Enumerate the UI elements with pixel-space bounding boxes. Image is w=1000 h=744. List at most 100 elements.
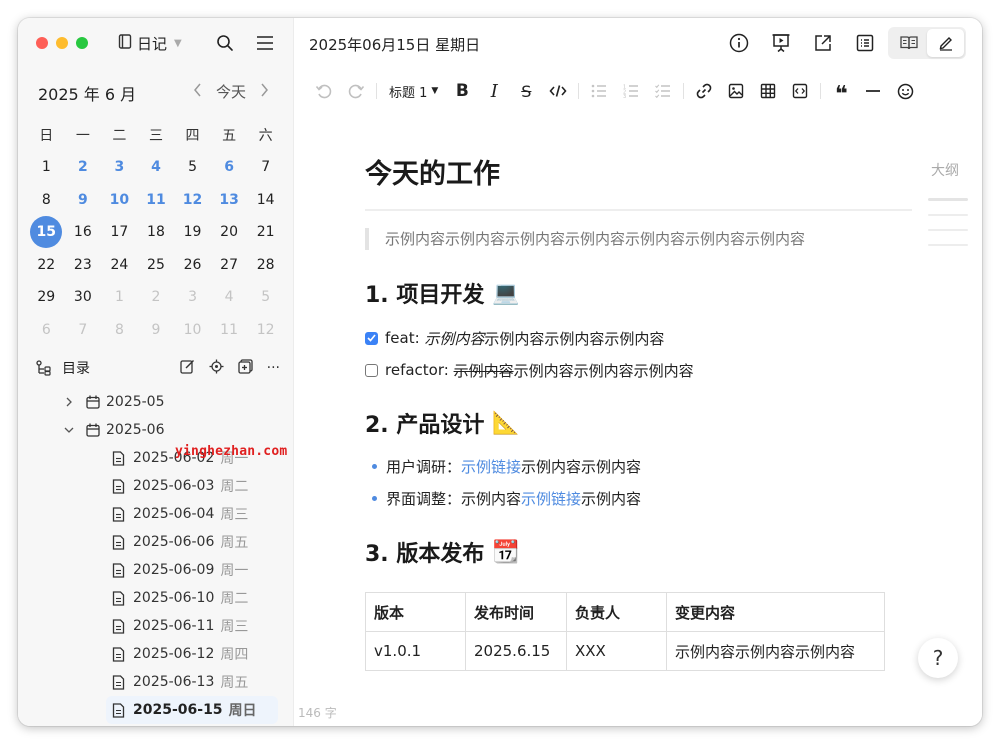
- calendar-day[interactable]: 27: [211, 249, 248, 282]
- calendar-day[interactable]: 10: [174, 314, 211, 347]
- edit-mode-button[interactable]: [927, 29, 964, 57]
- calendar-day[interactable]: 2: [65, 151, 102, 184]
- calendar-day[interactable]: 20: [211, 216, 248, 249]
- minimize-window-button[interactable]: [56, 37, 68, 49]
- inline-code-button[interactable]: [542, 78, 574, 104]
- outline-toggle-button[interactable]: [854, 32, 876, 54]
- collapse-all-button[interactable]: [237, 358, 253, 378]
- task-checkbox[interactable]: [365, 363, 378, 377]
- calendar-day[interactable]: 4: [138, 151, 175, 184]
- calendar-day[interactable]: 4: [211, 281, 248, 314]
- calendar-day[interactable]: 25: [138, 249, 175, 282]
- calendar-day[interactable]: 17: [101, 216, 138, 249]
- calendar-day[interactable]: 7: [65, 314, 102, 347]
- calendar-day-selected[interactable]: 15: [28, 216, 65, 249]
- calendar-day[interactable]: 11: [138, 184, 175, 217]
- calendar-day[interactable]: 5: [174, 151, 211, 184]
- calendar-day[interactable]: 12: [174, 184, 211, 217]
- tree-folder-2025-05[interactable]: 2025-05: [18, 388, 294, 416]
- calendar-day[interactable]: 21: [247, 216, 284, 249]
- outline-entry[interactable]: [928, 229, 968, 231]
- zoom-window-button[interactable]: [76, 37, 88, 49]
- table-cell[interactable]: 示例内容示例内容示例内容: [666, 631, 885, 671]
- table-button[interactable]: [752, 78, 784, 104]
- calendar-day[interactable]: 16: [65, 216, 102, 249]
- calendar-day[interactable]: 13: [211, 184, 248, 217]
- inline-link[interactable]: 示例链接: [521, 488, 581, 509]
- tree-file[interactable]: 2025-06-04 周三: [18, 500, 294, 528]
- bullet-list-button[interactable]: [583, 78, 615, 104]
- today-button[interactable]: 今天: [216, 81, 246, 102]
- search-button[interactable]: [214, 32, 236, 54]
- menu-button[interactable]: [254, 32, 276, 54]
- calendar-day[interactable]: 14: [247, 184, 284, 217]
- bold-button[interactable]: B: [446, 78, 478, 104]
- ordered-list-button[interactable]: 123: [615, 78, 647, 104]
- calendar-day[interactable]: 12: [247, 314, 284, 347]
- undo-button[interactable]: [308, 78, 340, 104]
- calendar-day[interactable]: 3: [174, 281, 211, 314]
- present-button[interactable]: [770, 32, 792, 54]
- calendar-day[interactable]: 18: [138, 216, 175, 249]
- calendar-day[interactable]: 2: [138, 281, 175, 314]
- italic-button[interactable]: I: [478, 78, 510, 104]
- outline-entry[interactable]: [928, 244, 968, 246]
- calendar-day[interactable]: 29: [28, 281, 65, 314]
- tree-file[interactable]: 2025-06-11 周三: [18, 612, 294, 640]
- calendar-day[interactable]: 3: [101, 151, 138, 184]
- inline-link[interactable]: 示例链接: [461, 456, 521, 477]
- table-cell[interactable]: v1.0.1: [365, 631, 466, 671]
- calendar-day[interactable]: 6: [211, 151, 248, 184]
- calendar-day[interactable]: 23: [65, 249, 102, 282]
- calendar-day[interactable]: 1: [101, 281, 138, 314]
- blockquote-button[interactable]: ❝: [825, 78, 857, 106]
- calendar-day[interactable]: 26: [174, 249, 211, 282]
- outline-entry[interactable]: [928, 198, 968, 201]
- horizontal-rule-button[interactable]: [857, 78, 889, 104]
- outline-entry[interactable]: [928, 214, 968, 216]
- document-body[interactable]: 今天的工作 示例内容示例内容示例内容示例内容示例内容示例内容示例内容 1. 项目…: [365, 156, 915, 671]
- tree-file[interactable]: 2025-06-10 周二: [18, 584, 294, 612]
- tree-file[interactable]: 2025-06-13 周五: [18, 668, 294, 696]
- emoji-button[interactable]: [889, 78, 921, 104]
- code-block-button[interactable]: [784, 78, 816, 104]
- locate-button[interactable]: [209, 359, 224, 378]
- prev-month-button[interactable]: [193, 83, 202, 101]
- calendar-day[interactable]: 9: [65, 184, 102, 217]
- calendar-day[interactable]: 24: [101, 249, 138, 282]
- calendar-day[interactable]: 8: [28, 184, 65, 217]
- next-month-button[interactable]: [260, 83, 269, 101]
- close-window-button[interactable]: [36, 37, 48, 49]
- calendar-day[interactable]: 8: [101, 314, 138, 347]
- calendar-day[interactable]: 10: [101, 184, 138, 217]
- new-note-button[interactable]: [179, 359, 195, 378]
- tree-file[interactable]: 2025-06-12 周四: [18, 640, 294, 668]
- help-button[interactable]: ?: [918, 638, 958, 678]
- calendar-day[interactable]: 7: [247, 151, 284, 184]
- tree-folder-2025-06[interactable]: 2025-06: [18, 416, 294, 444]
- calendar-day[interactable]: 11: [211, 314, 248, 347]
- more-button[interactable]: ···: [267, 360, 280, 376]
- task-list-button[interactable]: [647, 78, 679, 104]
- calendar-day[interactable]: 28: [247, 249, 284, 282]
- link-button[interactable]: [688, 78, 720, 104]
- task-checkbox-checked[interactable]: [365, 331, 378, 345]
- calendar-day[interactable]: 6: [28, 314, 65, 347]
- tree-file[interactable]: 2025-06-06 周五: [18, 528, 294, 556]
- read-mode-button[interactable]: [890, 29, 927, 57]
- tree-file[interactable]: 2025-06-03 周二: [18, 472, 294, 500]
- table-cell[interactable]: 2025.6.15: [465, 631, 567, 671]
- image-button[interactable]: [720, 78, 752, 104]
- calendar-day[interactable]: 9: [138, 314, 175, 347]
- strikethrough-button[interactable]: S: [510, 78, 542, 104]
- info-button[interactable]: [728, 32, 750, 54]
- calendar-day[interactable]: 30: [65, 281, 102, 314]
- calendar-day[interactable]: 19: [174, 216, 211, 249]
- calendar-day[interactable]: 5: [247, 281, 284, 314]
- calendar-day[interactable]: 22: [28, 249, 65, 282]
- tree-file-selected[interactable]: 2025-06-15 周日: [106, 696, 278, 724]
- table-cell[interactable]: XXX: [566, 631, 667, 671]
- heading-level-select[interactable]: 标题 1 ▼: [381, 78, 446, 104]
- tree-file[interactable]: 2025-06-09 周一: [18, 556, 294, 584]
- redo-button[interactable]: [340, 78, 372, 104]
